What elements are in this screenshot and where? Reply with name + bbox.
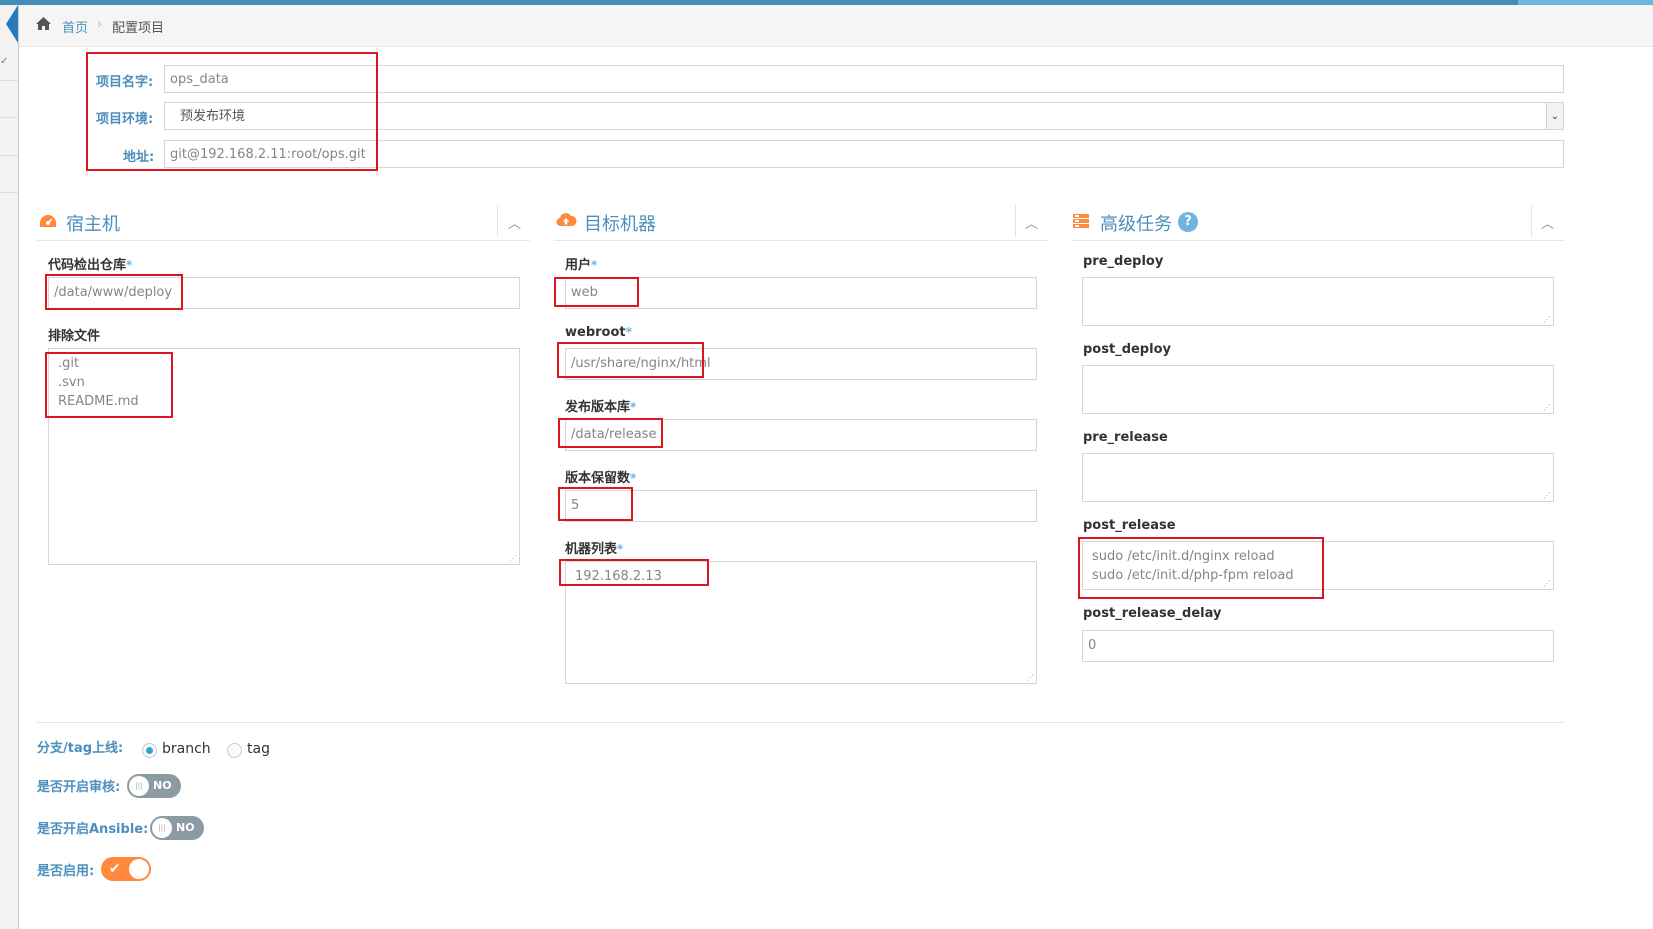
project-env-select[interactable]: 预发布环境 ⌄ (164, 102, 1564, 130)
project-addr-label: 地址: (123, 150, 155, 165)
sidebar-item[interactable] (0, 155, 18, 156)
sidebar (0, 5, 19, 929)
exclude-line: .git (58, 356, 80, 371)
repo-input[interactable]: /data/www/deploy (48, 277, 520, 309)
sidebar-chevron-icon[interactable]: ✓ (0, 56, 8, 67)
branch-tag-label: 分支/tag上线: (37, 741, 124, 756)
project-addr-input[interactable]: git@192.168.2.11:root/ops.git (164, 140, 1564, 168)
keep-input[interactable]: 5 (565, 490, 1037, 522)
collapse-chevron-up-icon[interactable]: ︿ (508, 213, 521, 232)
post-deploy-textarea[interactable]: ⋰ (1082, 365, 1554, 414)
release-label: 发布版本库* (565, 400, 637, 415)
audit-toggle-state: NO (153, 779, 172, 792)
collapse-chevron-up-icon[interactable]: ︿ (1541, 213, 1554, 232)
breadcrumb: 首页 › 配置项目 (19, 5, 1653, 47)
host-line: 192.168.2.13 (575, 569, 662, 584)
branch-radio-label[interactable]: branch (162, 741, 211, 757)
box-header-divider (1015, 205, 1016, 237)
branch-radio[interactable] (142, 743, 157, 758)
exclude-line: README.md (58, 394, 139, 409)
exclude-line: .svn (58, 375, 85, 390)
ansible-toggle[interactable]: ||| NO (150, 816, 204, 840)
sidebar-item[interactable] (0, 117, 18, 118)
cloud-upload-icon (556, 213, 577, 227)
release-input[interactable]: /data/release (565, 419, 1037, 451)
hosts-textarea[interactable]: 192.168.2.13 ⋰ (565, 561, 1037, 684)
webroot-input[interactable]: /usr/share/nginx/html (565, 348, 1037, 380)
box-header-divider (1531, 205, 1532, 237)
post-release-delay-input[interactable]: 0 (1082, 630, 1554, 662)
pre-release-label: pre_release (1083, 430, 1168, 445)
target-box-header-line (554, 240, 1048, 241)
dashboard-icon (40, 215, 56, 227)
post-release-line: sudo /etc/init.d/php-fpm reload (1092, 568, 1294, 583)
task-box-header-line (1071, 240, 1564, 241)
ansible-label: 是否开启Ansible: (37, 822, 149, 837)
breadcrumb-separator: › (97, 17, 103, 32)
host-box-header-line (37, 240, 530, 241)
resize-grip-icon[interactable]: ⋰ (509, 555, 517, 563)
pre-deploy-textarea[interactable]: ⋰ (1082, 277, 1554, 326)
chevron-down-icon: ⌄ (1546, 103, 1563, 129)
toggle-knob-icon: ||| (152, 818, 172, 838)
project-env-value: 预发布环境 (180, 109, 246, 124)
resize-grip-icon[interactable]: ⋰ (1543, 404, 1551, 412)
sidebar-collapse-icon[interactable] (0, 5, 20, 43)
box-header-divider (497, 205, 498, 237)
enable-label: 是否启用: (37, 864, 95, 879)
exclude-textarea[interactable]: .git .svn README.md ⋰ (48, 348, 520, 565)
resize-grip-icon[interactable]: ⋰ (1543, 492, 1551, 500)
task-box-title: 高级任务 (1100, 214, 1172, 235)
audit-label: 是否开启审核: (37, 780, 121, 795)
project-name-input[interactable]: ops_data (164, 65, 1564, 93)
keep-label: 版本保留数* (565, 471, 637, 486)
checkmark-icon: ✔ (109, 861, 121, 877)
post-release-delay-label: post_release_delay (1083, 606, 1222, 621)
host-box-title: 宿主机 (66, 214, 120, 235)
breadcrumb-home-link[interactable]: 首页 (62, 17, 88, 36)
tag-radio[interactable] (227, 743, 242, 758)
post-deploy-label: post_deploy (1083, 342, 1171, 357)
breadcrumb-current: 配置项目 (112, 21, 165, 36)
audit-toggle[interactable]: ||| NO (127, 774, 181, 798)
exclude-label: 排除文件 (48, 329, 101, 344)
home-icon (36, 17, 51, 30)
user-label: 用户* (565, 258, 598, 273)
user-input[interactable]: web (565, 277, 1037, 309)
toggle-knob (129, 859, 149, 879)
post-release-line: sudo /etc/init.d/nginx reload (1092, 549, 1275, 564)
target-box-title: 目标机器 (584, 214, 656, 235)
post-release-textarea[interactable]: sudo /etc/init.d/nginx reload sudo /etc/… (1082, 541, 1554, 590)
sidebar-item[interactable] (0, 80, 18, 81)
project-name-label: 项目名字: (96, 75, 154, 90)
tag-radio-label[interactable]: tag (247, 741, 270, 757)
help-icon[interactable]: ? (1178, 212, 1198, 232)
enable-toggle[interactable]: ✔ (101, 857, 151, 881)
pre-release-textarea[interactable]: ⋰ (1082, 453, 1554, 502)
resize-grip-icon[interactable]: ⋰ (1543, 580, 1551, 588)
pre-deploy-label: pre_deploy (1083, 254, 1164, 269)
webroot-label: webroot* (565, 325, 632, 340)
ansible-toggle-state: NO (176, 821, 195, 834)
resize-grip-icon[interactable]: ⋰ (1026, 674, 1034, 682)
hosts-label: 机器列表* (565, 542, 624, 557)
project-env-label: 项目环境: (96, 112, 154, 127)
collapse-chevron-up-icon[interactable]: ︿ (1025, 213, 1038, 232)
tasks-icon (1073, 214, 1089, 228)
repo-label: 代码检出仓库* (48, 258, 133, 273)
resize-grip-icon[interactable]: ⋰ (1543, 316, 1551, 324)
section-divider (37, 722, 1564, 723)
post-release-label: post_release (1083, 518, 1176, 533)
sidebar-item[interactable] (0, 192, 18, 193)
toggle-knob-icon: ||| (129, 776, 149, 796)
